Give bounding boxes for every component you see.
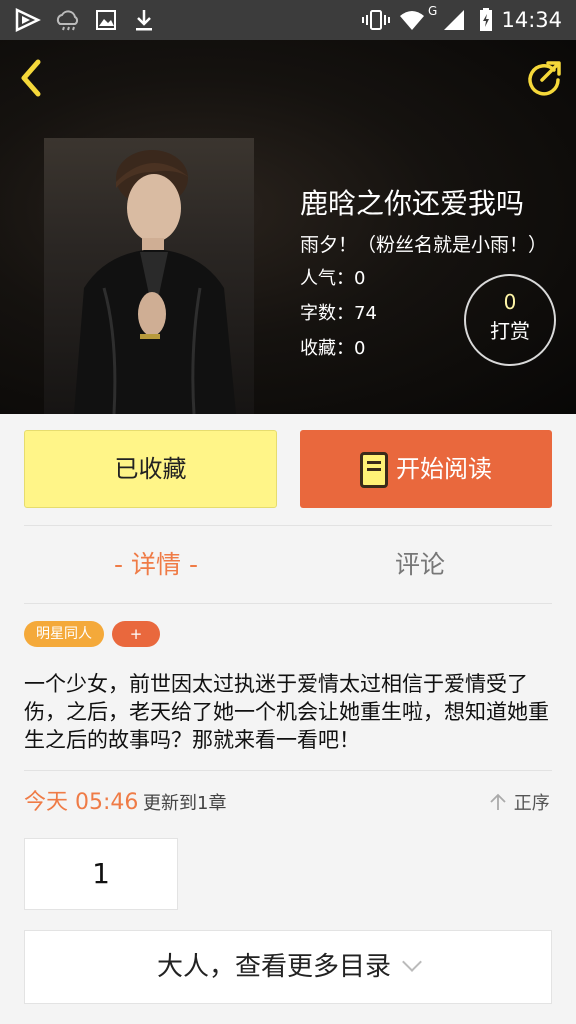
book-title: 鹿晗之你还爱我吗: [300, 187, 525, 220]
popularity-stat: 人气：0: [300, 268, 366, 289]
back-button[interactable]: [14, 58, 48, 98]
more-catalog-button[interactable]: 大人，查看更多目录: [24, 930, 552, 1004]
share-icon: [528, 61, 561, 96]
back-arrow-icon: [21, 59, 41, 97]
wifi-icon: [400, 11, 424, 30]
clock: 14:34: [501, 8, 562, 32]
gallery-icon: [96, 10, 116, 30]
book-summary: 一个少女，前世因太过执迷于爱情太过相信于爱情受了伤，之后，老天给了她一个机会让她…: [24, 672, 549, 752]
reward-count: 0: [503, 290, 517, 314]
vibrate-icon: [362, 10, 390, 30]
chapter-item[interactable]: 1: [24, 838, 178, 910]
update-status: 更新到1章: [143, 793, 227, 814]
divider: [24, 603, 552, 604]
signal-icon: [444, 10, 464, 30]
download-icon: [136, 10, 152, 31]
tab-comment[interactable]: 评论: [288, 527, 552, 603]
update-time: 今天 05:46: [24, 790, 139, 815]
add-tag-button[interactable]: +: [112, 621, 160, 647]
weather-icon: [56, 10, 79, 31]
book-icon: [360, 452, 388, 488]
sort-order-button[interactable]: 正序: [488, 791, 550, 817]
book-author[interactable]: 雨夕！（粉丝名就是小雨！）: [300, 232, 547, 258]
status-bar: G 14:34: [0, 0, 576, 40]
arrow-up-icon: [490, 793, 506, 810]
start-reading-button[interactable]: 开始阅读: [300, 430, 552, 508]
chevron-down-icon: [402, 952, 422, 972]
book-cover-image: [44, 138, 254, 414]
share-button[interactable]: [524, 58, 564, 98]
more-catalog-label: 大人，查看更多目录: [156, 952, 391, 982]
battery-icon: [480, 8, 492, 31]
collected-button[interactable]: 已收藏: [24, 430, 277, 508]
tag-item[interactable]: 明星同人: [24, 621, 104, 647]
word-count-stat: 字数：74: [300, 303, 377, 324]
cover-portrait-illustration: [74, 150, 236, 414]
network-type-label: G: [428, 4, 438, 18]
play-store-icon: [15, 8, 41, 32]
favorites-stat: 收藏：0: [300, 338, 366, 359]
reward-button[interactable]: 0 打赏: [464, 274, 556, 366]
sort-order-label: 正序: [513, 793, 550, 814]
start-reading-label: 开始阅读: [396, 455, 492, 483]
tab-detail[interactable]: - 详情 -: [24, 527, 288, 603]
divider: [24, 770, 552, 771]
divider: [24, 525, 552, 526]
reward-label: 打赏: [490, 319, 530, 343]
